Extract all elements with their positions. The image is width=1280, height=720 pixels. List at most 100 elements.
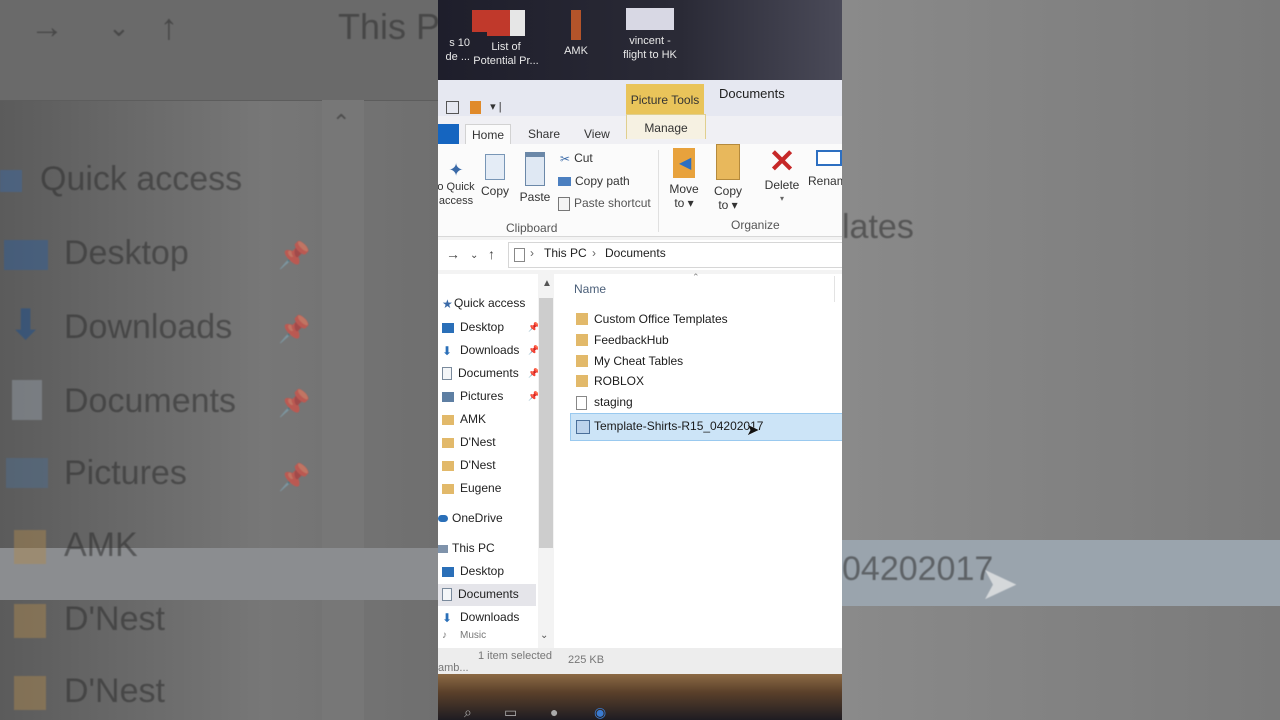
status-selected-count: 1 item selected	[478, 650, 552, 662]
document-icon	[442, 588, 452, 602]
desktop-icon-vincent[interactable]: vincent - flight to HK	[614, 4, 686, 62]
nav-quick-access[interactable]: ★Quick access	[442, 296, 525, 311]
paste-icon	[525, 152, 545, 186]
nav-desktop[interactable]: Desktop 📌	[442, 320, 539, 334]
breadcrumb-this-pc[interactable]: This PC	[544, 246, 587, 260]
pin-label: o Quick access	[438, 181, 475, 207]
nav-pc-desktop[interactable]: Desktop	[442, 564, 504, 578]
properties-icon[interactable]	[446, 100, 459, 114]
nav-label: This PC	[452, 541, 495, 555]
image-file-icon	[626, 8, 674, 30]
shortcut-icon	[571, 10, 581, 40]
file-icon	[576, 396, 587, 410]
scroll-up-icon[interactable]: ▲	[542, 278, 552, 289]
desktop-icon-label: vincent - flight to HK	[623, 35, 677, 61]
bg-folder-icon	[14, 604, 46, 638]
edge-icon[interactable]: ◉	[594, 704, 606, 720]
nav-pictures[interactable]: Pictures 📌	[442, 389, 539, 403]
desktop-icon-amk[interactable]: AMK	[540, 4, 612, 58]
file-tab[interactable]	[438, 124, 459, 145]
nav-dnest-1[interactable]: D'Nest	[442, 435, 496, 449]
sort-ascending-icon: ⌃	[692, 272, 700, 282]
bg-scrollbar	[322, 100, 364, 720]
bg-star-icon	[0, 170, 22, 192]
paste-button[interactable]: Paste	[518, 152, 552, 204]
pictures-icon	[442, 391, 454, 402]
star-icon: ★	[442, 296, 453, 311]
copy-path-label: Copy path	[575, 174, 630, 188]
recent-dropdown-icon[interactable]: ⌄	[470, 250, 478, 261]
copy-to-button[interactable]: Copy to ▾	[708, 144, 748, 212]
nav-onedrive[interactable]: OneDrive	[438, 511, 503, 525]
tab-view[interactable]: View	[578, 124, 616, 144]
nav-downloads[interactable]: ⬇ Downloads 📌	[442, 343, 539, 358]
move-to-icon: ◀	[673, 148, 695, 178]
bg-desktop-icon	[4, 240, 48, 270]
tab-home[interactable]: Home	[465, 124, 512, 146]
nav-pc-music[interactable]: ♪ Music	[442, 630, 486, 640]
rename-icon	[816, 150, 842, 166]
folder-icon	[442, 437, 454, 448]
delete-button[interactable]: ✕ Delete ▾	[760, 144, 804, 206]
file-name: ROBLOX	[594, 374, 645, 388]
new-folder-icon[interactable]	[470, 100, 482, 114]
bg-pin-icon: 📌	[278, 314, 311, 344]
bg-downloads: Downloads	[64, 308, 233, 346]
nav-scrollbar-thumb[interactable]	[539, 298, 553, 548]
file-name: My Cheat Tables	[594, 354, 684, 368]
cloud-icon	[438, 515, 448, 523]
nav-label: OneDrive	[452, 511, 503, 525]
nav-pc-documents[interactable]: Documents	[442, 587, 519, 602]
task-view-icon[interactable]: ▭	[504, 704, 517, 720]
computer-icon	[438, 544, 448, 553]
desktop-icon	[442, 566, 454, 577]
nav-label: AMK	[460, 412, 487, 426]
nav-this-pc[interactable]: This PC	[438, 541, 495, 555]
move-to-button[interactable]: ◀ Move to ▾	[664, 148, 704, 210]
nav-label: Eugene	[460, 481, 502, 495]
bg-cursor-icon: ➤	[980, 557, 1019, 609]
taskbar-app-icon[interactable]: ●	[550, 704, 558, 720]
column-separator[interactable]	[834, 276, 835, 302]
breadcrumb-chevron-icon[interactable]: ›	[592, 246, 596, 260]
desktop-icon-label: AMK	[564, 45, 588, 57]
nav-pc-downloads[interactable]: ⬇ Downloads	[442, 610, 519, 625]
breadcrumb-chevron-icon[interactable]: ›	[530, 246, 534, 260]
copy-path-icon	[558, 177, 571, 187]
folder-icon	[576, 375, 588, 387]
tab-manage[interactable]: Manage	[626, 114, 706, 139]
copy-path-button[interactable]: Copy path	[558, 174, 630, 188]
paste-shortcut-button[interactable]: Paste shortcut	[558, 196, 651, 211]
cut-button[interactable]: ✂ Cut	[560, 151, 593, 166]
breadcrumb-documents[interactable]: Documents	[605, 246, 666, 260]
background-right-blur: lates 04202017 ➤	[842, 0, 1280, 720]
file-name: Template-Shirts-R15_04202017	[594, 419, 764, 433]
pin-icon: ✦	[448, 160, 464, 180]
bg-dnest-1: D'Nest	[64, 600, 165, 638]
forward-arrow-icon[interactable]: →	[446, 246, 460, 262]
tab-share[interactable]: Share	[522, 124, 566, 144]
rename-button[interactable]: Renam	[804, 148, 842, 188]
window-title: Documents	[719, 86, 785, 101]
nav-documents[interactable]: Documents 📌	[442, 366, 539, 381]
bg-dnest-2: D'Nest	[64, 672, 165, 710]
status-size: 225 KB	[568, 654, 605, 666]
up-arrow-icon[interactable]: ↑	[488, 246, 495, 262]
pin-quick-access-button[interactable]: ✦ o Quick access	[438, 160, 476, 208]
delete-dropdown-icon: ▾	[779, 194, 784, 203]
nav-eugene[interactable]: Eugene	[442, 481, 501, 495]
desktop-icon-list[interactable]: List of Potential Pr...	[470, 4, 542, 68]
nav-amk[interactable]: AMK	[442, 412, 486, 426]
column-header-name[interactable]: Name	[574, 282, 606, 296]
search-icon[interactable]: ⌕	[464, 704, 472, 720]
paste-shortcut-icon	[558, 196, 570, 211]
scroll-down-icon[interactable]: ⌄	[540, 630, 548, 641]
folder-icon	[576, 355, 588, 367]
nav-label: Documents	[458, 587, 519, 601]
ribbon-separator	[658, 150, 659, 232]
nav-dnest-2[interactable]: D'Nest	[442, 458, 496, 472]
qat-dropdown[interactable]: ▾ |	[490, 101, 501, 113]
image-file-icon	[576, 420, 590, 434]
folder-icon	[576, 334, 588, 346]
copy-button[interactable]: Copy	[478, 154, 512, 198]
